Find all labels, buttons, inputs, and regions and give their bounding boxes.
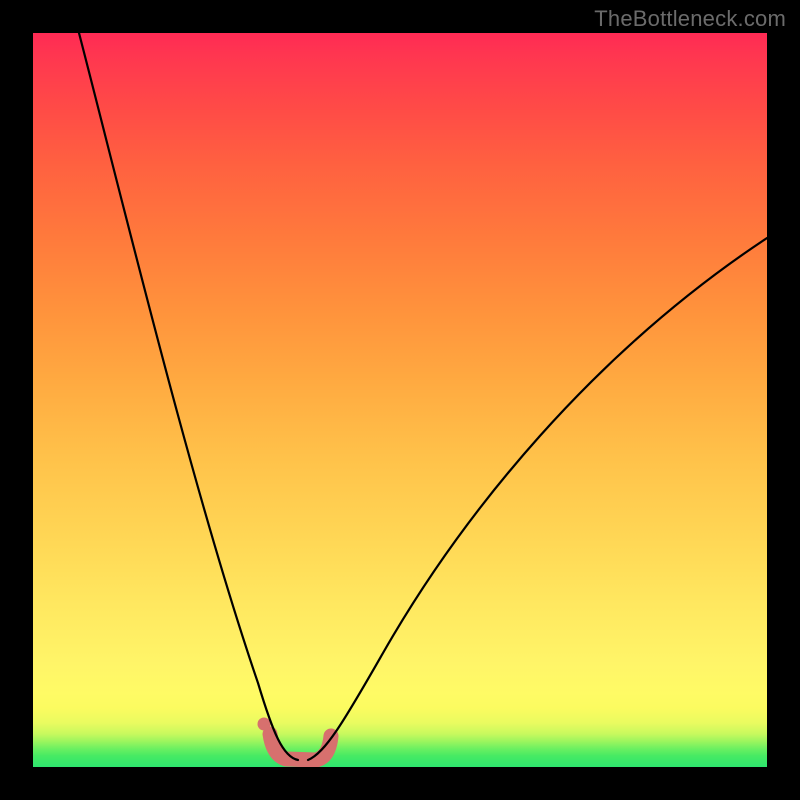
bottleneck-curve-left <box>79 33 298 760</box>
optimal-region-highlight <box>270 734 331 760</box>
optimal-region-dot <box>258 718 271 731</box>
curve-svg <box>33 33 767 767</box>
chart-container: TheBottleneck.com <box>0 0 800 800</box>
bottleneck-curve-right <box>308 238 767 760</box>
plot-area <box>33 33 767 767</box>
watermark-text: TheBottleneck.com <box>594 6 786 32</box>
